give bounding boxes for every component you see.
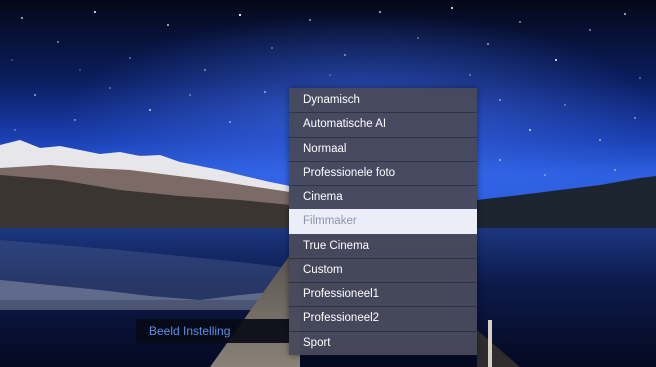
menu-item-professioneel2[interactable]: Professioneel2 xyxy=(289,306,477,330)
menu-item-true-cinema[interactable]: True Cinema xyxy=(289,234,477,258)
tv-screen: Beeld Instelling Dynamisch Automatische … xyxy=(0,0,656,367)
menu-item-custom[interactable]: Custom xyxy=(289,257,477,282)
menu-item-automatische-ai[interactable]: Automatische AI xyxy=(289,112,477,136)
menu-item-professioneel1[interactable]: Professioneel1 xyxy=(289,282,477,306)
menu-item-cinema[interactable]: Cinema xyxy=(289,185,477,209)
picture-mode-menu: Dynamisch Automatische AI Normaal Profes… xyxy=(289,88,477,355)
picture-setting-label: Beeld Instelling xyxy=(136,319,289,343)
menu-item-sport[interactable]: Sport xyxy=(289,330,477,355)
menu-item-normaal[interactable]: Normaal xyxy=(289,136,477,161)
menu-item-professionele-foto[interactable]: Professionele foto xyxy=(289,160,477,185)
menu-item-dynamisch[interactable]: Dynamisch xyxy=(289,88,477,112)
menu-item-filmmaker[interactable]: Filmmaker xyxy=(289,209,477,234)
